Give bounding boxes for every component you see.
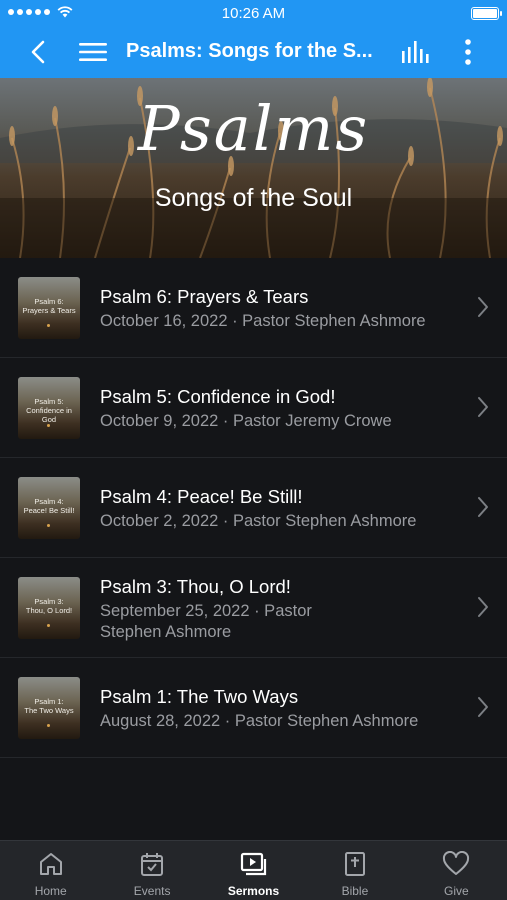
sermon-thumbnail: Psalm 1: The Two Ways xyxy=(18,677,80,739)
battery-icon xyxy=(471,7,502,20)
sermon-thumbnail: Psalm 3: Thou, O Lord! xyxy=(18,577,80,639)
thumbnail-text: Confidence in God xyxy=(26,406,72,424)
play-video-icon xyxy=(240,852,266,876)
thumbnail-text: Psalm 5: xyxy=(34,397,64,406)
sermon-thumbnail: Psalm 6: Prayers & Tears xyxy=(18,277,80,339)
sermon-thumbnail: Psalm 4: Peace! Be Still! xyxy=(18,477,80,539)
status-bar: 10:26 AM xyxy=(0,0,507,26)
thumbnail-text: Psalm 1: xyxy=(34,697,64,706)
thumbnail-text: Psalm 3: xyxy=(34,597,64,606)
thumbnail-text: Psalm 6: xyxy=(34,297,64,306)
tab-home[interactable]: Home xyxy=(0,841,101,900)
hamburger-menu-icon xyxy=(79,43,107,61)
calendar-icon xyxy=(141,853,164,876)
tab-label: Home xyxy=(34,884,67,898)
series-banner: Psalms Songs of the Soul xyxy=(0,78,507,258)
sermon-title: Psalm 6: Prayers & Tears xyxy=(100,286,309,307)
chevron-right-icon xyxy=(478,497,488,517)
sermon-meta: October 16, 2022 · Pastor Stephen Ashmor… xyxy=(100,312,426,330)
audio-levels-button[interactable] xyxy=(397,34,433,70)
status-time: 10:26 AM xyxy=(221,5,286,22)
chevron-right-icon xyxy=(478,597,488,617)
sermon-row[interactable]: Psalm 3: Thou, O Lord! Psalm 3: Thou, O L… xyxy=(0,558,507,658)
banner-title: Psalms xyxy=(137,92,370,165)
sermon-row[interactable]: Psalm 1: The Two Ways Psalm 1: The Two Wa… xyxy=(0,658,507,758)
tab-label: Give xyxy=(443,884,469,898)
chevron-right-icon xyxy=(478,297,488,317)
bible-icon xyxy=(344,852,365,876)
sermon-row[interactable]: Psalm 6: Prayers & Tears Psalm 6: Prayers… xyxy=(0,258,507,358)
chevron-left-icon xyxy=(31,40,45,64)
sermon-title: Psalm 4: Peace! Be Still! xyxy=(100,486,303,507)
sermon-title: Psalm 3: Thou, O Lord! xyxy=(100,576,291,597)
more-options-button[interactable] xyxy=(450,34,486,70)
chevron-right-icon xyxy=(478,397,488,417)
top-bar: 10:26 AM Psalms: Songs for the S... xyxy=(0,0,507,78)
thumbnail-text: Peace! Be Still! xyxy=(23,506,75,515)
tab-bible[interactable]: Bible xyxy=(304,841,405,900)
back-button[interactable] xyxy=(20,34,56,70)
sermon-title: Psalm 5: Confidence in God! xyxy=(100,386,336,407)
sermon-thumbnail: Psalm 5: Confidence in God xyxy=(18,377,80,439)
tab-events[interactable]: Events xyxy=(101,841,202,900)
home-icon xyxy=(39,853,62,875)
banner-subtitle: Songs of the Soul xyxy=(154,184,353,212)
chevron-right-icon xyxy=(478,697,488,717)
tab-give[interactable]: Give xyxy=(406,841,507,900)
sermon-row[interactable]: Psalm 5: Confidence in God Psalm 5: Confi… xyxy=(0,358,507,458)
tab-label: Events xyxy=(133,884,171,898)
thumbnail-text: The Two Ways xyxy=(24,706,74,715)
sermon-meta: October 9, 2022 · Pastor Jeremy Crowe xyxy=(100,412,392,430)
tab-label: Sermons xyxy=(227,884,280,898)
sermon-meta: August 28, 2022 · Pastor Stephen Ashmore xyxy=(100,712,419,730)
nav-bar: Psalms: Songs for the S... xyxy=(0,26,507,78)
tab-label: Bible xyxy=(341,884,369,898)
audio-bars-icon xyxy=(402,41,429,63)
bottom-tab-bar: Home Events Sermons Bible Give xyxy=(0,840,507,900)
sermon-meta: October 2, 2022 · Pastor Stephen Ashmore xyxy=(100,512,417,530)
thumbnail-text: Psalm 4: xyxy=(34,497,64,506)
sermon-list: Psalm 6: Prayers & Tears Psalm 6: Prayers… xyxy=(0,258,507,758)
sermon-title: Psalm 1: The Two Ways xyxy=(100,686,299,707)
more-vertical-icon xyxy=(465,39,471,65)
page-title: Psalms: Songs for the S... xyxy=(126,40,373,62)
thumbnail-text: Thou, O Lord! xyxy=(25,606,73,615)
menu-button[interactable] xyxy=(75,34,111,70)
sermon-meta: September 25, 2022 · Pastor Stephen Ashm… xyxy=(100,602,312,641)
thumbnail-text: Prayers & Tears xyxy=(22,306,76,315)
heart-icon xyxy=(443,851,470,875)
tab-sermons[interactable]: Sermons xyxy=(203,841,304,900)
sermon-row[interactable]: Psalm 4: Peace! Be Still! Psalm 4: Peace!… xyxy=(0,458,507,558)
